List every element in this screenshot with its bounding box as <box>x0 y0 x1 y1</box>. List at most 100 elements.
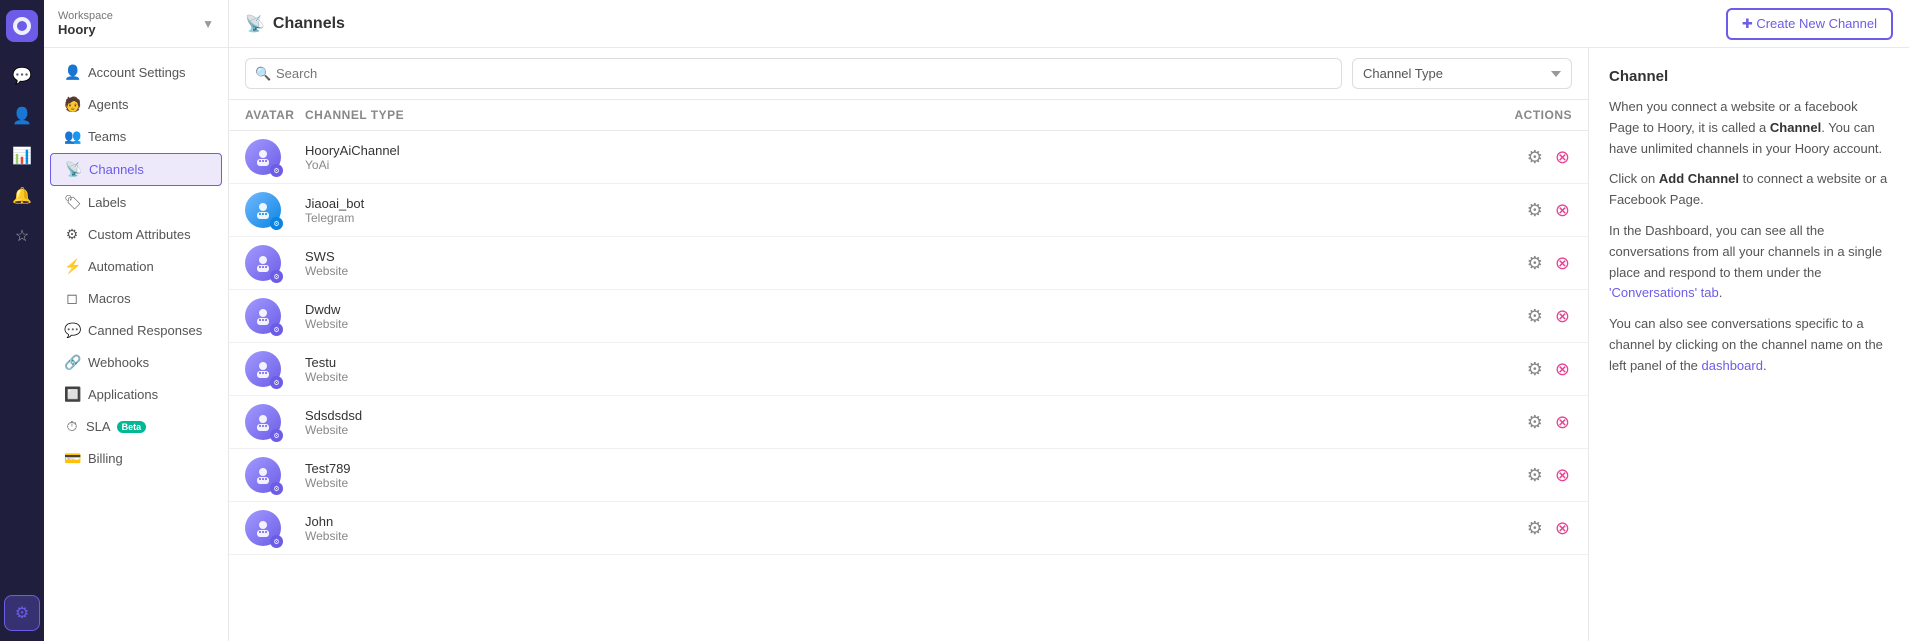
sidebar-item-label: Applications <box>88 387 158 402</box>
table-row: ⚙ Sdsdsdsd Website ⚙ ⊗ <box>229 396 1588 449</box>
channel-info: Test789 Website <box>305 461 1472 490</box>
info-panel: Channel When you connect a website or a … <box>1589 48 1909 641</box>
sidebar-item-label: Canned Responses <box>88 323 202 338</box>
sidebar-item-label: Labels <box>88 195 126 210</box>
sidebar-item-applications[interactable]: 🔲 Applications <box>50 379 222 410</box>
macros-icon: ◻ <box>64 290 80 307</box>
channel-info: HooryAiChannel YoAi <box>305 143 1472 172</box>
channel-actions: ⚙ ⊗ <box>1472 464 1572 486</box>
channel-settings-button[interactable]: ⚙ <box>1525 305 1545 327</box>
table-header: Avatar Channel Type Actions <box>229 100 1588 131</box>
channel-name: Testu <box>305 355 1472 370</box>
channel-actions: ⚙ ⊗ <box>1472 358 1572 380</box>
nav-icon-conversations[interactable]: 💬 <box>4 58 40 94</box>
channel-settings-button[interactable]: ⚙ <box>1525 411 1545 433</box>
search-input[interactable] <box>245 58 1342 89</box>
sidebar-item-custom-attributes[interactable]: ⚙ Custom Attributes <box>50 219 222 250</box>
channel-type-select[interactable]: Channel Type Website Telegram YoAi <box>1352 58 1572 89</box>
sidebar-item-automation[interactable]: ⚡ Automation <box>50 251 222 282</box>
channel-delete-button[interactable]: ⊗ <box>1553 464 1572 486</box>
sla-badge: Beta <box>117 421 147 433</box>
channel-name: Sdsdsdsd <box>305 408 1472 423</box>
sidebar-item-label: Agents <box>88 97 128 112</box>
table-row: ⚙ SWS Website ⚙ ⊗ <box>229 237 1588 290</box>
channel-type: Website <box>305 317 1472 331</box>
table-row: ⚙ Testu Website ⚙ ⊗ <box>229 343 1588 396</box>
sidebar-item-teams[interactable]: 👥 Teams <box>50 121 222 152</box>
channel-settings-button[interactable]: ⚙ <box>1525 517 1545 539</box>
highlight-channel: Channel <box>1770 120 1821 135</box>
sidebar-item-webhooks[interactable]: 🔗 Webhooks <box>50 347 222 378</box>
account-settings-icon: 👤 <box>64 64 80 81</box>
channel-settings-button[interactable]: ⚙ <box>1525 358 1545 380</box>
sidebar-nav: 👤 Account Settings 🧑 Agents 👥 Teams 📡 Ch… <box>44 48 228 483</box>
page-title-area: 📡 Channels <box>245 14 345 34</box>
sidebar-item-label: Webhooks <box>88 355 149 370</box>
workspace-chevron-icon[interactable]: ▼ <box>202 17 214 31</box>
channel-info: Jiaoai_bot Telegram <box>305 196 1472 225</box>
channel-delete-button[interactable]: ⊗ <box>1553 305 1572 327</box>
info-panel-p1: When you connect a website or a facebook… <box>1609 97 1889 159</box>
channel-settings-button[interactable]: ⚙ <box>1525 146 1545 168</box>
applications-icon: 🔲 <box>64 386 80 403</box>
channel-delete-button[interactable]: ⊗ <box>1553 411 1572 433</box>
channel-actions: ⚙ ⊗ <box>1472 199 1572 221</box>
sidebar-item-channels[interactable]: 📡 Channels <box>50 153 222 186</box>
highlight-conversations-tab: 'Conversations' tab <box>1609 285 1719 300</box>
sidebar-item-macros[interactable]: ◻ Macros <box>50 283 222 314</box>
info-panel-title: Channel <box>1609 68 1889 85</box>
create-new-channel-button[interactable]: ✚ Create New Channel <box>1726 8 1893 40</box>
channel-delete-button[interactable]: ⊗ <box>1553 517 1572 539</box>
channel-type: Telegram <box>305 211 1472 225</box>
channel-actions: ⚙ ⊗ <box>1472 305 1572 327</box>
sidebar-item-sla[interactable]: ⏱ SLA Beta <box>50 411 222 442</box>
channel-actions: ⚙ ⊗ <box>1472 146 1572 168</box>
channel-avatar: ⚙ <box>245 457 305 493</box>
channel-delete-button[interactable]: ⊗ <box>1553 199 1572 221</box>
sidebar-item-labels[interactable]: 🏷 Labels <box>50 187 222 218</box>
channel-name: Test789 <box>305 461 1472 476</box>
sidebar-item-billing[interactable]: 💳 Billing <box>50 443 222 474</box>
channel-avatar: ⚙ <box>245 510 305 546</box>
nav-icon-contacts[interactable]: 👤 <box>4 98 40 134</box>
channel-type: Website <box>305 423 1472 437</box>
channel-info: SWS Website <box>305 249 1472 278</box>
channel-info: Testu Website <box>305 355 1472 384</box>
filter-bar: 🔍 Channel Type Website Telegram YoAi <box>229 48 1588 100</box>
channel-info: Sdsdsdsd Website <box>305 408 1472 437</box>
sidebar-item-account-settings[interactable]: 👤 Account Settings <box>50 57 222 88</box>
custom-attributes-icon: ⚙ <box>64 226 80 243</box>
channels-list: ⚙ HooryAiChannel YoAi ⚙ ⊗ <box>229 131 1588 641</box>
teams-icon: 👥 <box>64 128 80 145</box>
search-wrapper: 🔍 <box>245 58 1342 89</box>
nav-icon-reports[interactable]: 📊 <box>4 138 40 174</box>
channel-settings-button[interactable]: ⚙ <box>1525 199 1545 221</box>
channel-avatar: ⚙ <box>245 139 305 175</box>
channel-avatar: ⚙ <box>245 404 305 440</box>
nav-icon-settings[interactable]: ⚙ <box>4 595 40 631</box>
info-panel-p4: You can also see conversations specific … <box>1609 314 1889 376</box>
sidebar-item-canned-responses[interactable]: 💬 Canned Responses <box>50 315 222 346</box>
channels-panel: 🔍 Channel Type Website Telegram YoAi Ava… <box>229 48 1589 641</box>
channel-delete-button[interactable]: ⊗ <box>1553 146 1572 168</box>
sidebar-item-agents[interactable]: 🧑 Agents <box>50 89 222 120</box>
channel-avatar: ⚙ <box>245 192 305 228</box>
highlight-dashboard: dashboard <box>1702 358 1763 373</box>
icon-bar: 💬 👤 📊 🔔 ☆ ⚙ <box>0 0 44 641</box>
channel-delete-button[interactable]: ⊗ <box>1553 252 1572 274</box>
nav-icon-starred[interactable]: ☆ <box>4 218 40 254</box>
channel-settings-button[interactable]: ⚙ <box>1525 252 1545 274</box>
search-icon: 🔍 <box>255 66 271 82</box>
channels-icon: 📡 <box>65 161 81 178</box>
sidebar-item-label: Automation <box>88 259 154 274</box>
sidebar: Workspace Hoory ▼ 👤 Account Settings 🧑 A… <box>44 0 229 641</box>
channel-settings-button[interactable]: ⚙ <box>1525 464 1545 486</box>
agents-icon: 🧑 <box>64 96 80 113</box>
nav-icon-notifications[interactable]: 🔔 <box>4 178 40 214</box>
channel-type: YoAi <box>305 158 1472 172</box>
channel-delete-button[interactable]: ⊗ <box>1553 358 1572 380</box>
sidebar-item-label: Account Settings <box>88 65 186 80</box>
channel-info: Dwdw Website <box>305 302 1472 331</box>
channel-name: SWS <box>305 249 1472 264</box>
page-icon: 📡 <box>245 14 265 34</box>
